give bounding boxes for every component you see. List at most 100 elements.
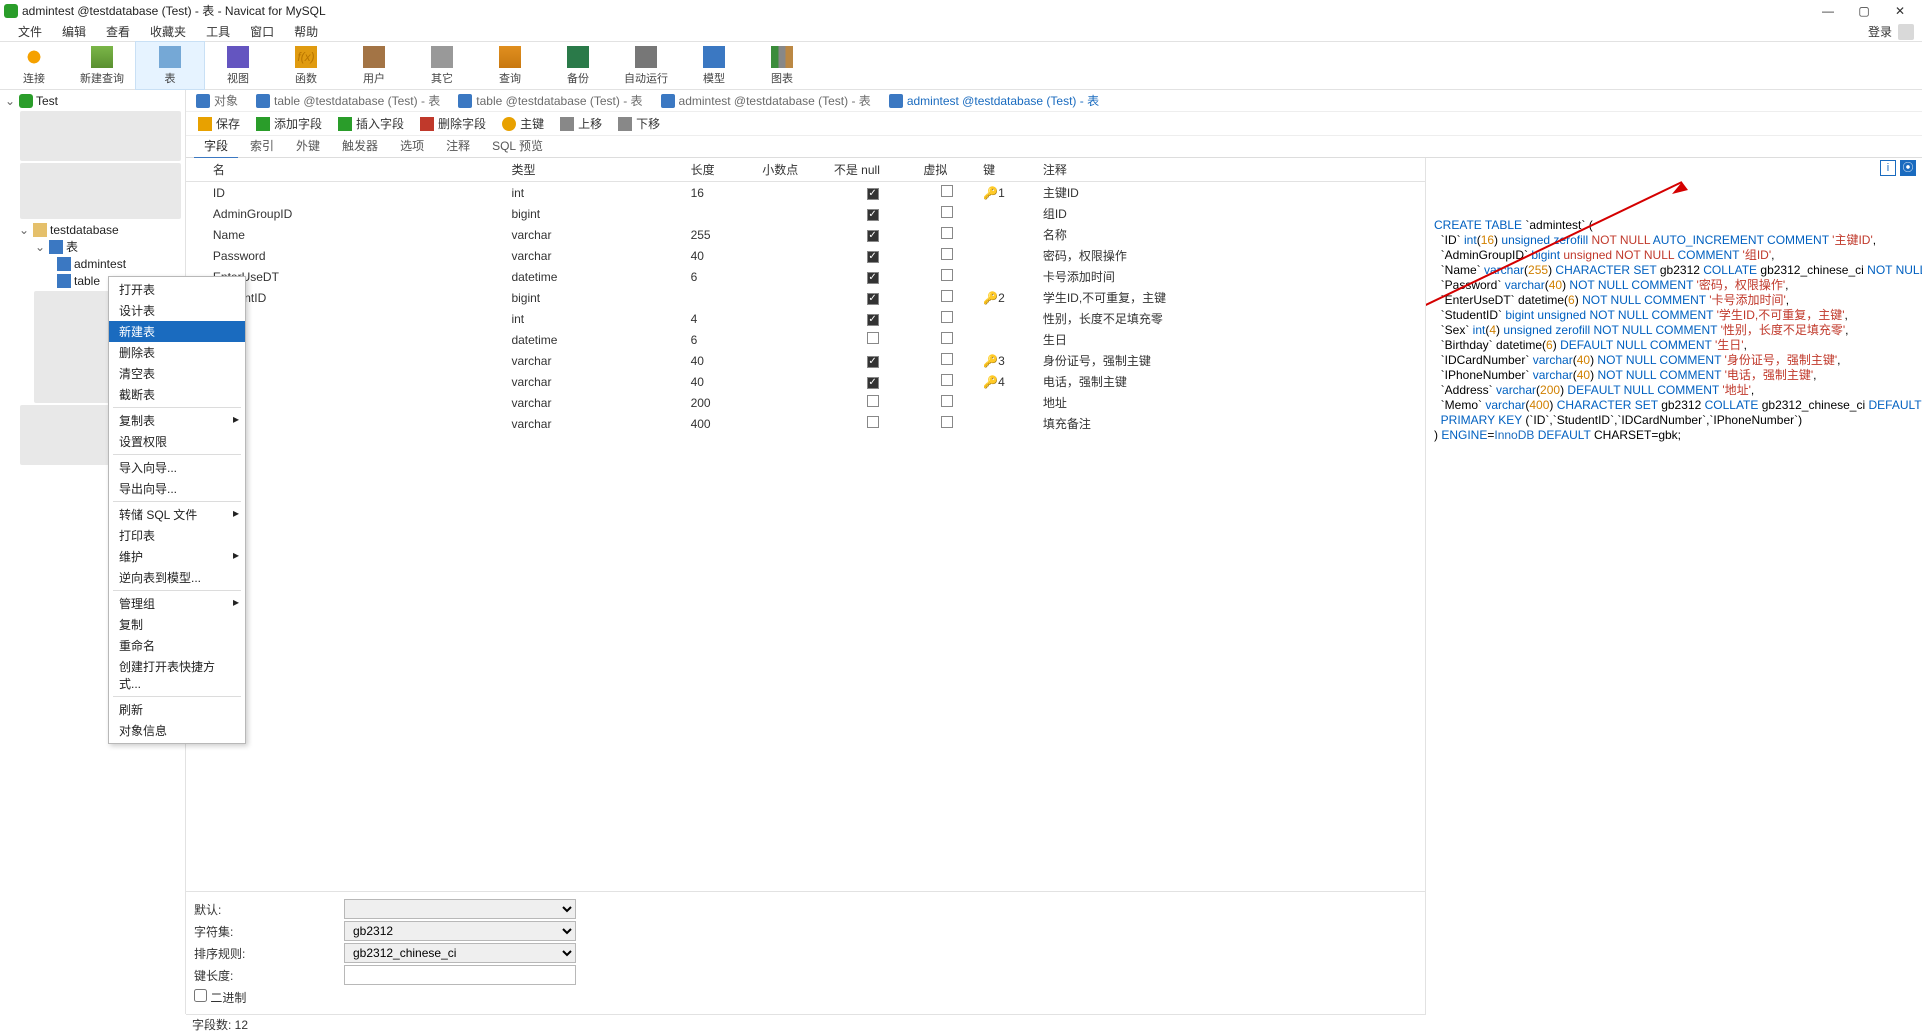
toolbtn-视图[interactable]: 视图 (204, 42, 272, 89)
table-row[interactable]: varchar400填充备注 (186, 413, 1425, 434)
ctx-导入向导...[interactable]: 导入向导... (109, 457, 245, 478)
table-row[interactable]: EnterUseDTdatetime6卡号添加时间 (186, 266, 1425, 287)
ctx-复制[interactable]: 复制 (109, 614, 245, 635)
col-header[interactable]: 不是 null (828, 158, 918, 182)
col-header[interactable]: 键 (977, 158, 1037, 182)
avatar-icon[interactable] (1898, 24, 1914, 40)
table-row[interactable]: datetime6生日 (186, 329, 1425, 350)
ctx-导出向导...[interactable]: 导出向导... (109, 478, 245, 499)
subtab-选项[interactable]: 选项 (390, 134, 434, 159)
col-header[interactable]: 虚拟 (917, 158, 977, 182)
tree-table-item[interactable]: admintest (0, 255, 185, 272)
toolbtn-函数[interactable]: f(x)函数 (272, 42, 340, 89)
toolbtn-自动运行[interactable]: 自动运行 (612, 42, 680, 89)
ctx-设计表[interactable]: 设计表 (109, 300, 245, 321)
subtab-外键[interactable]: 外键 (286, 134, 330, 159)
ctx-刷新[interactable]: 刷新 (109, 699, 245, 720)
tab[interactable]: admintest @testdatabase (Test) - 表 (657, 92, 875, 109)
menu-收藏夹[interactable]: 收藏夹 (140, 23, 196, 40)
ctx-逆向表到模型...[interactable]: 逆向表到模型... (109, 567, 245, 588)
toolbtn-其它[interactable]: 其它 (408, 42, 476, 89)
col-header[interactable]: 长度 (685, 158, 757, 182)
table-row[interactable]: IDint16🔑1主键ID (186, 182, 1425, 204)
action-添加字段[interactable]: 添加字段 (250, 115, 328, 132)
checkbox[interactable] (867, 356, 879, 368)
toolbtn-用户[interactable]: 用户 (340, 42, 408, 89)
subtab-索引[interactable]: 索引 (240, 134, 284, 159)
collate-select[interactable]: gb2312_chinese_ci (344, 943, 576, 963)
tree-db[interactable]: ⌄ testdatabase (0, 221, 185, 238)
toolbtn-查询[interactable]: 查询 (476, 42, 544, 89)
checkbox[interactable] (867, 395, 879, 407)
table-row[interactable]: nbervarchar40🔑3身份证号，强制主键 (186, 350, 1425, 371)
ctx-设置权限[interactable]: 设置权限 (109, 431, 245, 452)
checkbox[interactable] (941, 416, 953, 428)
ctx-复制表[interactable]: 复制表 (109, 410, 245, 431)
keylen-input[interactable] (344, 965, 576, 985)
close-button[interactable]: ✕ (1882, 0, 1918, 22)
ctx-新建表[interactable]: 新建表 (109, 321, 245, 342)
table-row[interactable]: Namevarchar255名称 (186, 224, 1425, 245)
col-header[interactable]: 名 (207, 158, 506, 182)
tab[interactable]: table @testdatabase (Test) - 表 (252, 92, 444, 109)
checkbox[interactable] (867, 272, 879, 284)
checkbox[interactable] (867, 251, 879, 263)
table-row[interactable]: AdminGroupIDbigint组ID (186, 203, 1425, 224)
toolbtn-图表[interactable]: 图表 (748, 42, 816, 89)
col-header[interactable]: 小数点 (756, 158, 828, 182)
checkbox[interactable] (941, 290, 953, 302)
checkbox[interactable] (941, 353, 953, 365)
action-插入字段[interactable]: 插入字段 (332, 115, 410, 132)
ctx-删除表[interactable]: 删除表 (109, 342, 245, 363)
ddl-tab-icon[interactable]: ⦿ (1900, 160, 1916, 176)
ctx-打印表[interactable]: 打印表 (109, 525, 245, 546)
menu-编辑[interactable]: 编辑 (52, 23, 96, 40)
checkbox[interactable] (867, 314, 879, 326)
checkbox[interactable] (941, 374, 953, 386)
charset-select[interactable]: gb2312 (344, 921, 576, 941)
col-header[interactable]: 注释 (1037, 158, 1425, 182)
checkbox[interactable] (941, 227, 953, 239)
toolbtn-模型[interactable]: 模型 (680, 42, 748, 89)
tree-tables-folder[interactable]: ⌄ 表 (0, 238, 185, 255)
checkbox[interactable] (867, 188, 879, 200)
toolbtn-表[interactable]: 表 (136, 42, 204, 89)
menu-帮助[interactable]: 帮助 (284, 23, 328, 40)
menu-工具[interactable]: 工具 (196, 23, 240, 40)
checkbox[interactable] (867, 377, 879, 389)
ctx-维护[interactable]: 维护 (109, 546, 245, 567)
toolbtn-备份[interactable]: 备份 (544, 42, 612, 89)
tab[interactable]: admintest @testdatabase (Test) - 表 (885, 92, 1103, 109)
maximize-button[interactable]: ▢ (1846, 0, 1882, 22)
binary-checkbox[interactable] (194, 989, 207, 1002)
ctx-清空表[interactable]: 清空表 (109, 363, 245, 384)
ctx-截断表[interactable]: 截断表 (109, 384, 245, 405)
action-上移[interactable]: 上移 (554, 115, 608, 132)
tree-conn[interactable]: ⌄ Test (0, 92, 185, 109)
checkbox[interactable] (867, 416, 879, 428)
checkbox[interactable] (867, 209, 879, 221)
checkbox[interactable] (867, 332, 879, 344)
default-select[interactable] (344, 899, 576, 919)
tab[interactable]: table @testdatabase (Test) - 表 (454, 92, 646, 109)
action-保存[interactable]: 保存 (192, 115, 246, 132)
subtab-字段[interactable]: 字段 (194, 134, 238, 159)
table-row[interactable]: int4性别，长度不足填充零 (186, 308, 1425, 329)
ctx-管理组[interactable]: 管理组 (109, 593, 245, 614)
table-row[interactable]: varchar200地址 (186, 392, 1425, 413)
toolbtn-新建查询[interactable]: 新建查询 (68, 42, 136, 89)
checkbox[interactable] (867, 230, 879, 242)
menu-文件[interactable]: 文件 (8, 23, 52, 40)
ctx-创建打开表快捷方式...[interactable]: 创建打开表快捷方式... (109, 656, 245, 694)
subtab-注释[interactable]: 注释 (436, 134, 480, 159)
toolbtn-连接[interactable]: 连接 (0, 42, 68, 89)
checkbox[interactable] (867, 293, 879, 305)
subtab-触发器[interactable]: 触发器 (332, 134, 388, 159)
ctx-打开表[interactable]: 打开表 (109, 279, 245, 300)
action-删除字段[interactable]: 删除字段 (414, 115, 492, 132)
login-link[interactable]: 登录 (1868, 23, 1892, 40)
info-tab-icon[interactable]: i (1880, 160, 1896, 176)
checkbox[interactable] (941, 311, 953, 323)
minimize-button[interactable]: ― (1810, 0, 1846, 22)
checkbox[interactable] (941, 248, 953, 260)
